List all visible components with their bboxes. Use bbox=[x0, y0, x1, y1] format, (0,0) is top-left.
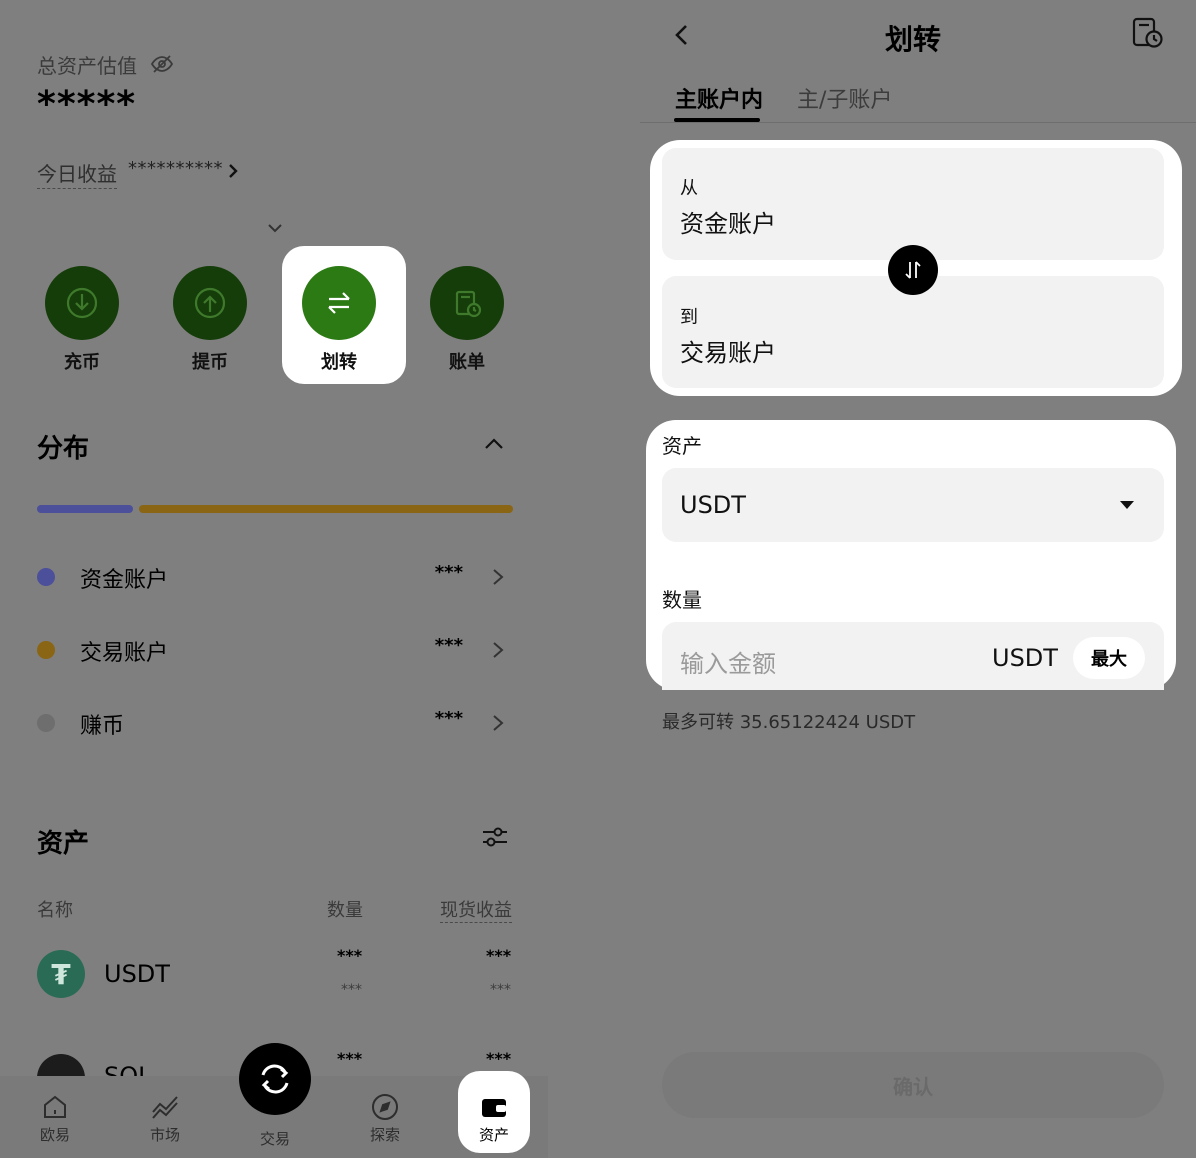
account-name: 赚币 bbox=[80, 714, 125, 739]
swap-direction-button[interactable] bbox=[888, 245, 938, 295]
column-header-pnl[interactable]: 现货收益 bbox=[440, 896, 512, 923]
asset-qty: *** bbox=[337, 1049, 363, 1068]
withdraw-label: 提币 bbox=[192, 352, 228, 373]
eye-hidden-icon[interactable] bbox=[150, 52, 174, 76]
from-account-value: 资金账户 bbox=[680, 210, 776, 238]
dropdown-caret-icon bbox=[1120, 501, 1134, 509]
withdraw-icon bbox=[173, 266, 247, 340]
distribution-bar-funding bbox=[37, 505, 133, 513]
legend-dot bbox=[37, 714, 55, 732]
nav-item-home[interactable]: 欧易 bbox=[15, 1092, 95, 1145]
deposit-button[interactable]: 充币 bbox=[27, 266, 137, 374]
asset-label: 资产 bbox=[662, 434, 702, 458]
nav-label: 市场 bbox=[149, 1126, 180, 1144]
nav-item-trade[interactable]: 交易 bbox=[235, 1128, 315, 1149]
nav-label: 探索 bbox=[369, 1126, 400, 1144]
asset-pnl: *** bbox=[486, 946, 512, 965]
back-arrow-icon[interactable] bbox=[672, 22, 692, 48]
explore-icon bbox=[372, 1094, 398, 1120]
transfer-icon bbox=[302, 266, 376, 340]
total-balance-masked: ***** bbox=[37, 84, 137, 125]
max-transferable: 最多可转 35.65122424 USDT bbox=[662, 712, 916, 733]
deposit-icon bbox=[45, 266, 119, 340]
assets-title: 资产 bbox=[37, 829, 90, 859]
history-icon[interactable] bbox=[1130, 16, 1164, 50]
today-pnl-label[interactable]: 今日收益 bbox=[37, 158, 117, 189]
transfer-label: 划转 bbox=[321, 352, 357, 373]
amount-unit: USDT bbox=[992, 644, 1058, 672]
trade-icon bbox=[261, 1064, 289, 1094]
tether-icon: ₮ bbox=[37, 950, 85, 998]
legend-dot bbox=[37, 641, 55, 659]
total-assets-label: 总资产估值 bbox=[37, 54, 137, 78]
tab-sub-account[interactable]: 主/子账户 bbox=[797, 82, 892, 114]
today-pnl-value: ********** bbox=[128, 158, 223, 179]
nav-item-assets[interactable]: 资产 bbox=[454, 1092, 534, 1145]
page-title: 划转 bbox=[884, 23, 941, 56]
swap-icon bbox=[905, 261, 921, 279]
tab-divider bbox=[640, 122, 1196, 123]
bill-button[interactable]: 账单 bbox=[412, 266, 522, 374]
chevron-up-icon[interactable] bbox=[482, 436, 506, 452]
account-row-earn[interactable]: 赚币 *** bbox=[37, 708, 507, 739]
account-name: 资金账户 bbox=[80, 568, 169, 593]
account-value: *** bbox=[434, 708, 463, 729]
chevron-right-icon bbox=[493, 569, 504, 585]
chevron-down-icon[interactable] bbox=[264, 221, 286, 235]
bill-icon bbox=[430, 266, 504, 340]
asset-pnl: *** bbox=[486, 1049, 512, 1068]
chevron-right-icon bbox=[493, 715, 504, 731]
distribution-title: 分布 bbox=[37, 434, 90, 464]
distribution-bar-trading bbox=[139, 505, 513, 513]
nav-item-explore[interactable]: 探索 bbox=[345, 1092, 425, 1145]
account-value: *** bbox=[434, 635, 463, 656]
nav-item-market[interactable]: 市场 bbox=[125, 1092, 205, 1145]
asset-select-value: USDT bbox=[680, 491, 746, 519]
tab-main-account[interactable]: 主账户内 bbox=[675, 82, 763, 114]
amount-label: 数量 bbox=[662, 588, 702, 612]
nav-label: 欧易 bbox=[39, 1126, 70, 1144]
chevron-right-icon[interactable] bbox=[225, 160, 241, 182]
market-icon bbox=[152, 1096, 178, 1119]
column-header-qty: 数量 bbox=[327, 900, 363, 921]
account-row-funding[interactable]: 资金账户 *** bbox=[37, 562, 507, 593]
chevron-right-icon bbox=[493, 642, 504, 658]
bill-label: 账单 bbox=[449, 352, 485, 373]
account-row-trading[interactable]: 交易账户 *** bbox=[37, 635, 507, 666]
nav-label: 交易 bbox=[259, 1130, 290, 1148]
account-value: *** bbox=[434, 562, 463, 583]
asset-qty-sub: *** bbox=[341, 982, 362, 998]
home-icon bbox=[44, 1095, 66, 1118]
deposit-label: 充币 bbox=[64, 352, 100, 373]
withdraw-button[interactable]: 提币 bbox=[155, 266, 265, 374]
account-name: 交易账户 bbox=[80, 641, 169, 666]
wallet-icon bbox=[482, 1099, 506, 1117]
trade-button[interactable] bbox=[239, 1043, 311, 1115]
confirm-button[interactable]: 确认 bbox=[662, 1052, 1164, 1118]
to-label: 到 bbox=[680, 307, 698, 328]
asset-pnl-sub: *** bbox=[490, 982, 511, 998]
nav-label: 资产 bbox=[478, 1126, 509, 1144]
to-account-value: 交易账户 bbox=[680, 339, 776, 367]
asset-qty: *** bbox=[337, 946, 363, 965]
filter-icon[interactable] bbox=[480, 822, 510, 852]
amount-input[interactable]: 输入金额 bbox=[680, 644, 776, 679]
from-label: 从 bbox=[680, 178, 698, 199]
legend-dot bbox=[37, 568, 55, 586]
column-header-name: 名称 bbox=[37, 900, 73, 921]
transfer-button[interactable]: 划转 bbox=[284, 266, 394, 374]
max-button[interactable]: 最大 bbox=[1073, 637, 1145, 679]
asset-name[interactable]: USDT bbox=[104, 960, 170, 988]
